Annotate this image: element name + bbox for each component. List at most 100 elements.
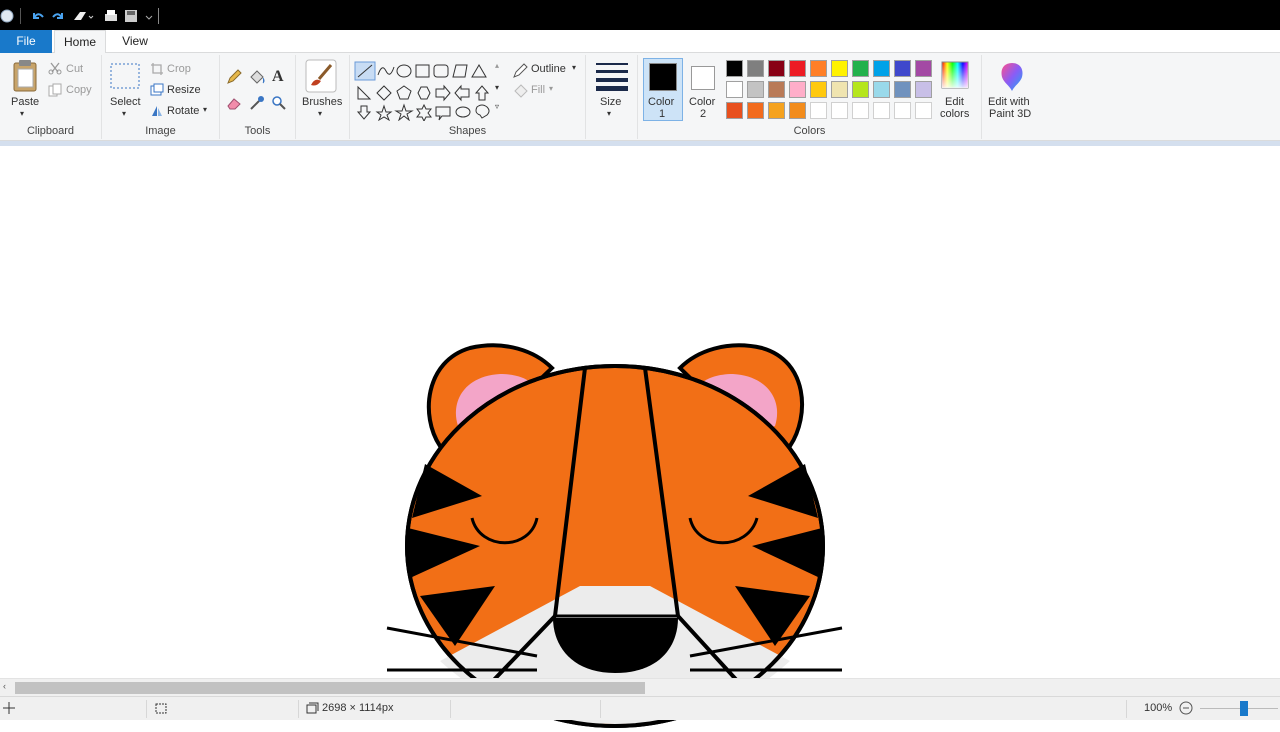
select-icon[interactable] [110, 63, 140, 94]
tiger-drawing[interactable] [380, 342, 850, 732]
palette-swatch[interactable] [831, 102, 848, 119]
palette-swatch[interactable] [831, 60, 848, 77]
zoom-slider[interactable] [1200, 708, 1278, 709]
ribbon-tabs: File Home View [0, 30, 1280, 54]
zoom-slider-thumb[interactable] [1240, 701, 1248, 716]
shapes-scroll-up-icon[interactable]: ▴ [495, 61, 499, 70]
shapes-group: ▴ ▾ ▿ Outline ▾ Fill ▾ Shapes [350, 55, 586, 139]
palette-swatch[interactable] [873, 102, 890, 119]
palette-swatch[interactable] [915, 81, 932, 98]
zoom-out-icon[interactable] [1179, 701, 1193, 718]
palette-swatch[interactable] [894, 60, 911, 77]
paste-dropdown-icon[interactable]: ▾ [20, 109, 24, 118]
color-picker-icon[interactable] [249, 95, 265, 114]
clipboard-group-label: Clipboard [26, 125, 75, 137]
text-tool-icon[interactable]: A [272, 68, 284, 86]
palette-swatch[interactable] [747, 102, 764, 119]
palette-swatch[interactable] [894, 102, 911, 119]
palette-swatch[interactable] [768, 60, 785, 77]
palette-swatch[interactable] [915, 60, 932, 77]
customize-qa-icon[interactable] [144, 8, 154, 24]
image-size-icon [305, 701, 319, 718]
edit-colors-icon[interactable] [940, 60, 970, 93]
paint3d-icon[interactable] [998, 61, 1026, 96]
print-icon[interactable] [103, 8, 119, 24]
palette-swatch[interactable] [810, 60, 827, 77]
palette-swatch[interactable] [810, 81, 827, 98]
colors-group-label: Colors [793, 125, 826, 137]
tab-home[interactable]: Home [54, 30, 106, 54]
palette-swatch[interactable] [768, 102, 785, 119]
palette-swatch[interactable] [810, 102, 827, 119]
resize-button[interactable]: Resize [167, 84, 201, 96]
color2-label: Color [689, 96, 716, 108]
select-dropdown-icon[interactable]: ▾ [122, 109, 126, 118]
brushes-group: Brushes ▾ [296, 55, 350, 139]
tools-group: A Tools [220, 55, 296, 139]
pencil-icon[interactable] [226, 69, 242, 88]
line-size-icon[interactable] [596, 61, 628, 94]
palette-swatch[interactable] [747, 81, 764, 98]
color2-number: 2 [700, 108, 707, 120]
edit-colors-label-2: colors [940, 108, 970, 120]
eraser-icon[interactable] [226, 95, 242, 114]
brush-icon[interactable] [305, 59, 337, 96]
color2-swatch[interactable] [691, 66, 715, 90]
eraser-qa-icon[interactable] [72, 8, 94, 24]
size-dropdown-icon[interactable]: ▾ [607, 109, 611, 118]
shapes-gallery[interactable] [354, 61, 504, 124]
crop-button[interactable]: Crop [167, 63, 191, 75]
brushes-dropdown-icon[interactable]: ▾ [318, 109, 322, 118]
palette-swatch[interactable] [915, 102, 932, 119]
copy-button[interactable]: Copy [66, 84, 92, 96]
palette-swatch[interactable] [789, 102, 806, 119]
tab-view[interactable]: View [110, 30, 160, 53]
palette-swatch[interactable] [894, 81, 911, 98]
save-icon[interactable] [123, 8, 139, 24]
fill-bucket-icon[interactable] [248, 69, 266, 88]
paste-label: Paste [11, 96, 40, 108]
palette-swatch[interactable] [852, 102, 869, 119]
color1-label: Color [648, 96, 675, 108]
app-icon[interactable] [0, 8, 14, 24]
palette-swatch[interactable] [852, 60, 869, 77]
palette-swatch[interactable] [852, 81, 869, 98]
horizontal-scrollbar[interactable]: ‹ [0, 678, 1280, 696]
redo-icon[interactable] [50, 8, 66, 24]
palette-swatch[interactable] [726, 60, 743, 77]
paste-button[interactable] [10, 59, 40, 96]
shapes-more-icon[interactable]: ▿ [495, 102, 499, 111]
palette-swatch[interactable] [726, 81, 743, 98]
ribbon: Paste ▾ Cut Copy Clipboard Select ▾ Crop… [0, 53, 1280, 141]
rotate-dropdown-icon[interactable]: ▾ [203, 105, 207, 114]
cut-button[interactable]: Cut [66, 63, 83, 75]
tab-file[interactable]: File [0, 30, 52, 53]
scroll-left-icon[interactable]: ‹ [3, 681, 6, 691]
palette-swatch[interactable] [789, 60, 806, 77]
palette-swatch[interactable] [831, 81, 848, 98]
palette-swatch[interactable] [747, 60, 764, 77]
canvas[interactable] [0, 146, 1280, 728]
palette-swatch[interactable] [873, 81, 890, 98]
palette-swatch[interactable] [768, 81, 785, 98]
title-bar [0, 0, 1280, 30]
rotate-icon [150, 104, 164, 121]
horizontal-scroll-thumb[interactable] [15, 682, 645, 694]
scissors-icon [48, 61, 62, 78]
fill-dropdown-icon[interactable]: ▾ [549, 84, 553, 93]
outline-dropdown-icon[interactable]: ▾ [572, 63, 576, 72]
paint3d-label-2: Paint 3D [989, 108, 1032, 120]
palette-swatch[interactable] [789, 81, 806, 98]
fill-button[interactable]: Fill [531, 84, 545, 96]
size-button[interactable]: Size [600, 96, 621, 108]
palette-swatch[interactable] [873, 60, 890, 77]
image-dimensions: 2698 × 1114px [322, 702, 394, 714]
magnifier-icon[interactable] [271, 95, 287, 114]
rotate-button[interactable]: Rotate [167, 105, 199, 117]
select-button[interactable]: Select [110, 96, 141, 108]
undo-icon[interactable] [30, 8, 46, 24]
shapes-scroll-down-icon[interactable]: ▾ [495, 83, 499, 92]
palette-swatch[interactable] [726, 102, 743, 119]
brushes-button[interactable]: Brushes [302, 96, 342, 108]
outline-button[interactable]: Outline [531, 63, 566, 75]
